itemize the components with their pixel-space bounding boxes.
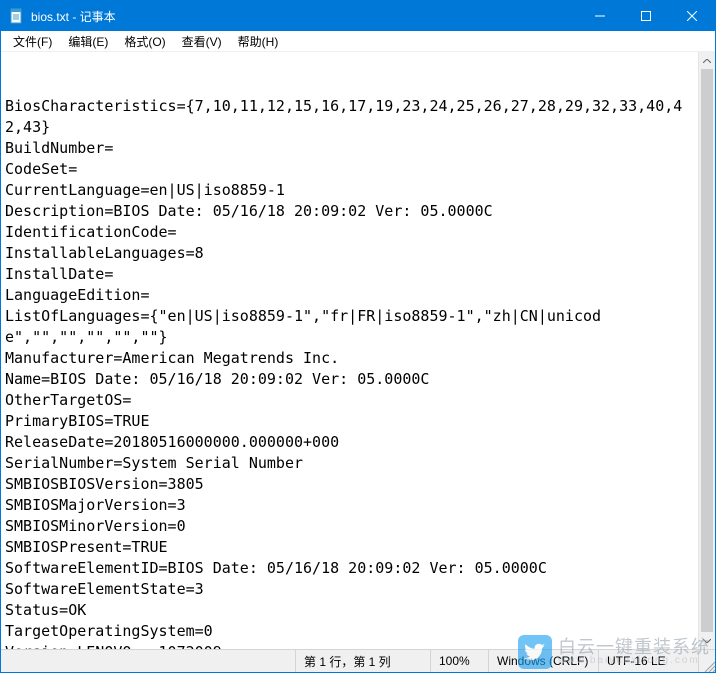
statusbar: 第 1 行，第 1 列 100% Windows (CRLF) UTF-16 L… — [1, 649, 715, 672]
maximize-button[interactable] — [623, 1, 669, 31]
scroll-down-icon[interactable] — [699, 632, 716, 649]
menu-file[interactable]: 文件(F) — [5, 31, 60, 52]
titlebar[interactable]: bios.txt - 记事本 — [1, 1, 715, 31]
status-eol: Windows (CRLF) — [488, 650, 598, 672]
scroll-thumb[interactable] — [701, 69, 713, 632]
text-content[interactable]: BiosCharacteristics={7,10,11,12,15,16,17… — [1, 52, 698, 649]
status-position: 第 1 行，第 1 列 — [295, 650, 430, 672]
minimize-button[interactable] — [577, 1, 623, 31]
status-encoding: UTF-16 LE — [598, 650, 698, 672]
vertical-scrollbar[interactable] — [698, 52, 715, 649]
menu-view[interactable]: 查看(V) — [174, 31, 230, 52]
scroll-track[interactable] — [699, 69, 715, 632]
scroll-up-icon[interactable] — [699, 52, 716, 69]
titlebar-left: bios.txt - 记事本 — [1, 8, 116, 25]
window-title: bios.txt - 记事本 — [31, 8, 116, 25]
menu-format[interactable]: 格式(O) — [116, 31, 173, 52]
menubar: 文件(F) 编辑(E) 格式(O) 查看(V) 帮助(H) — [1, 31, 715, 52]
menu-edit[interactable]: 编辑(E) — [60, 31, 116, 52]
notepad-icon — [9, 8, 25, 24]
status-zoom: 100% — [430, 650, 488, 672]
editor-area: BiosCharacteristics={7,10,11,12,15,16,17… — [1, 52, 715, 649]
close-button[interactable] — [669, 1, 715, 31]
resize-grip[interactable] — [698, 650, 715, 672]
window-buttons — [577, 1, 715, 31]
menu-help[interactable]: 帮助(H) — [230, 31, 287, 52]
notepad-window: bios.txt - 记事本 文件(F) 编辑(E) 格式(O) 查看(V) 帮… — [0, 0, 716, 673]
